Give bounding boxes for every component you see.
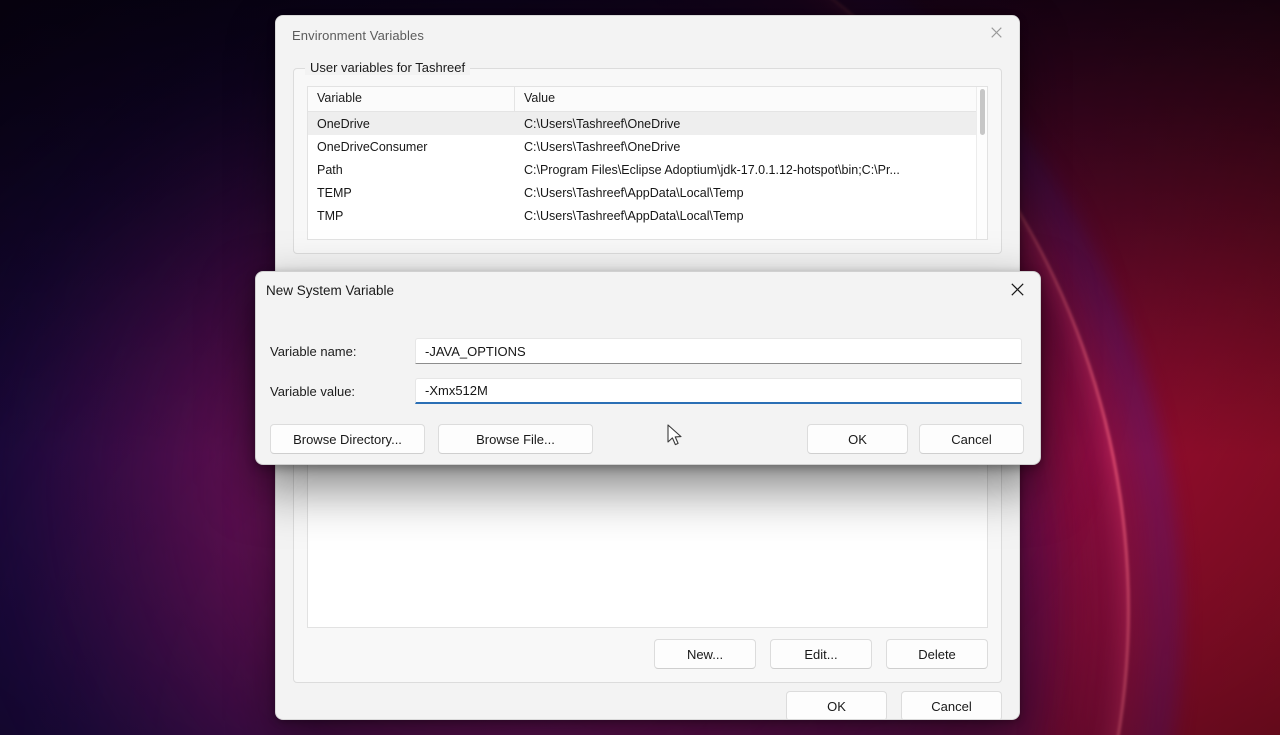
user-variables-group: User variables for Tashreef Variable Val… <box>293 60 1002 254</box>
table-row[interactable]: Path C:\Program Files\Eclipse Adoptium\jd… <box>308 158 987 181</box>
browse-directory-button[interactable]: Browse Directory... <box>270 424 425 454</box>
window-footer-buttons: OK Cancel <box>786 691 1002 719</box>
new-system-variable-dialog: New System Variable Variable name: Varia… <box>255 271 1041 465</box>
user-list-rows: OneDrive C:\Users\Tashreef\OneDrive OneDri… <box>308 112 987 239</box>
system-variables-button-row: New... Edit... Delete <box>654 639 988 669</box>
browse-file-button[interactable]: Browse File... <box>438 424 593 454</box>
delete-button[interactable]: Delete <box>886 639 988 669</box>
table-row[interactable]: TMP C:\Users\Tashreef\AppData\Local\Temp <box>308 204 987 227</box>
user-list-scrollbar[interactable] <box>976 87 987 239</box>
dialog-title: New System Variable <box>266 283 395 298</box>
cell-variable: OneDrive <box>317 116 370 131</box>
variable-value-label: Variable value: <box>270 383 356 399</box>
close-icon[interactable] <box>973 16 1019 48</box>
close-icon[interactable] <box>995 272 1040 306</box>
user-list-header: Variable Value <box>308 87 987 112</box>
cell-value: C:\Users\Tashreef\OneDrive <box>524 139 681 154</box>
cell-value: C:\Users\Tashreef\OneDrive <box>524 116 681 131</box>
cell-value: C:\Users\Tashreef\AppData\Local\Temp <box>524 185 744 200</box>
table-row[interactable]: OneDriveConsumer C:\Users\Tashreef\OneDri… <box>308 135 987 158</box>
cell-variable: OneDriveConsumer <box>317 139 428 154</box>
dialog-ok-button[interactable]: OK <box>807 424 908 454</box>
column-header-variable[interactable]: Variable <box>308 87 515 111</box>
ok-button[interactable]: OK <box>786 691 887 719</box>
cell-variable: Path <box>317 162 343 177</box>
cancel-button[interactable]: Cancel <box>901 691 1002 719</box>
window-title: Environment Variables <box>292 27 424 43</box>
cell-variable: TMP <box>317 208 344 223</box>
dialog-button-row: Browse Directory... Browse File... OK Ca… <box>256 424 1040 454</box>
table-row[interactable]: TEMP C:\Users\Tashreef\AppData\Local\Temp <box>308 181 987 204</box>
desktop-wallpaper: Environment Variables User variables for… <box>0 0 1280 735</box>
variable-value-input[interactable] <box>415 378 1022 404</box>
resize-grip-icon[interactable] <box>1002 719 1014 720</box>
user-variables-legend: User variables for Tashreef <box>305 60 471 75</box>
table-row[interactable]: OneDrive C:\Users\Tashreef\OneDrive <box>308 112 987 135</box>
variable-name-input[interactable] <box>415 338 1022 364</box>
variable-value-row: Variable value: <box>270 378 1022 404</box>
scrollbar-thumb[interactable] <box>980 89 985 135</box>
variable-name-row: Variable name: <box>270 338 1022 364</box>
cell-value: C:\Program Files\Eclipse Adoptium\jdk-17… <box>524 162 900 177</box>
user-variables-list[interactable]: Variable Value OneDrive C:\Users\Tashreef… <box>307 86 988 240</box>
new-button[interactable]: New... <box>654 639 756 669</box>
edit-button[interactable]: Edit... <box>770 639 872 669</box>
variable-name-label: Variable name: <box>270 343 357 359</box>
window-titlebar: Environment Variables <box>276 16 1019 54</box>
cell-variable: TEMP <box>317 185 352 200</box>
dialog-cancel-button[interactable]: Cancel <box>919 424 1024 454</box>
cell-value: C:\Users\Tashreef\AppData\Local\Temp <box>524 208 744 223</box>
column-header-value[interactable]: Value <box>515 87 987 111</box>
